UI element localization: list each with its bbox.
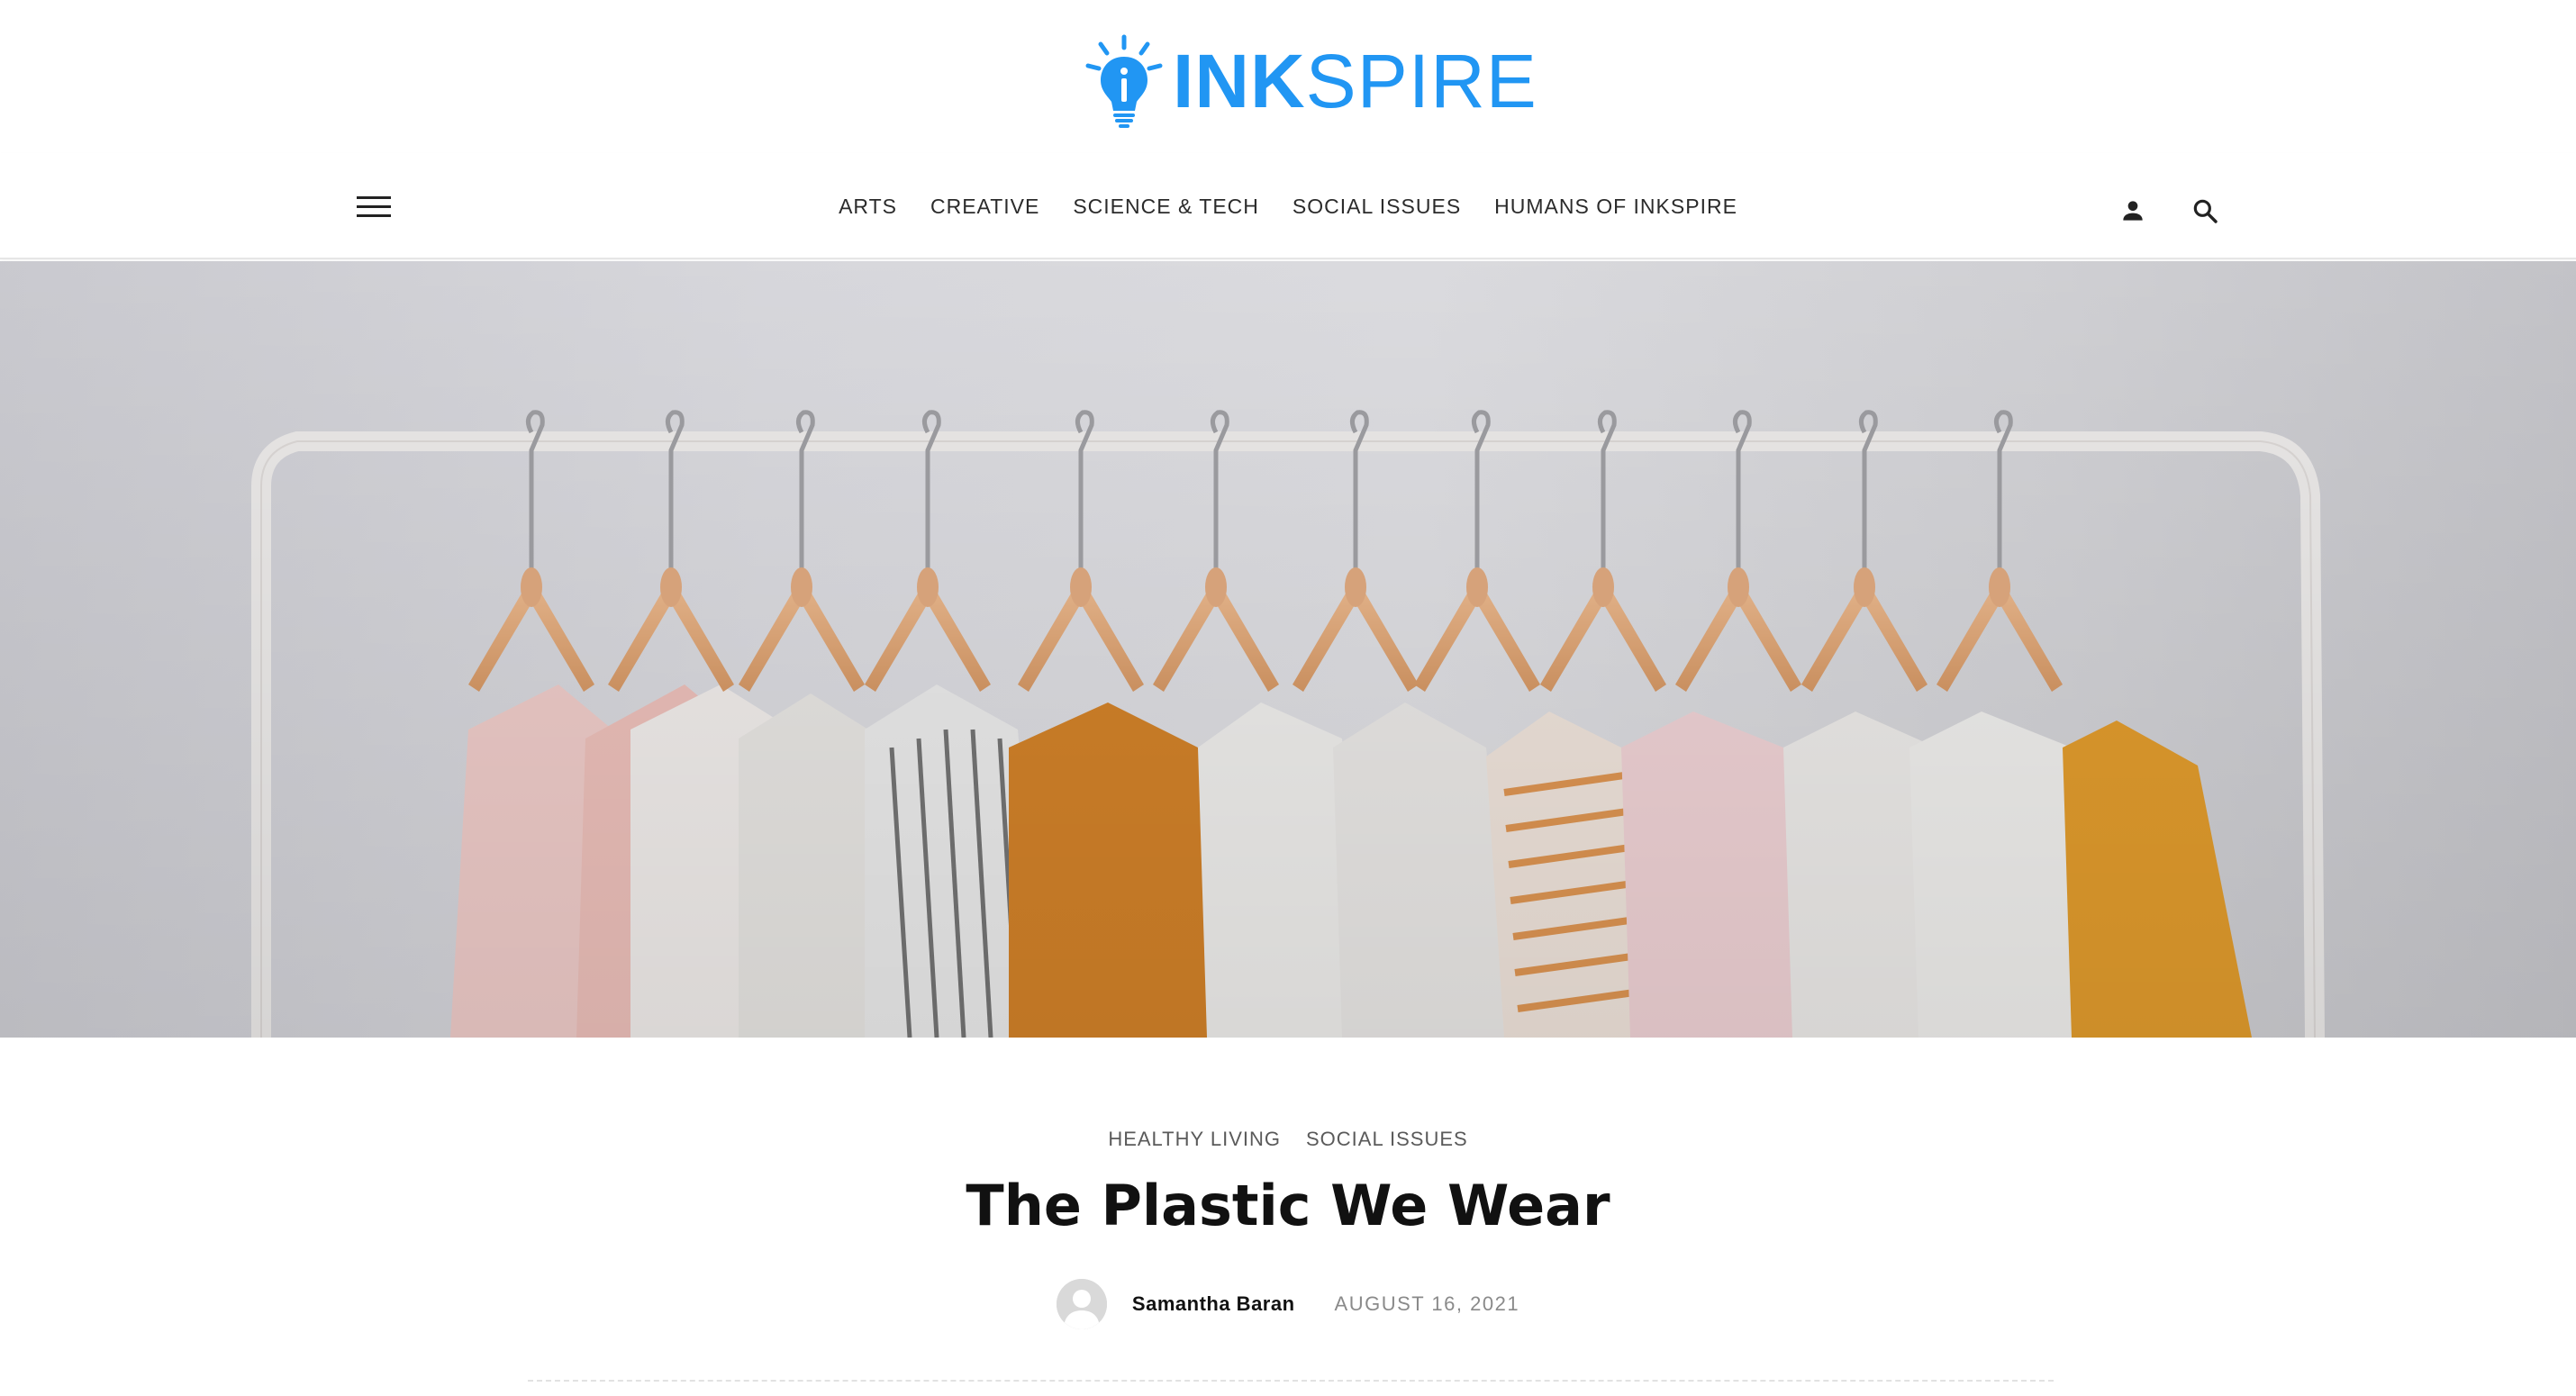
logo-wordmark-light: SPIRE: [1305, 39, 1537, 123]
article-title: The Plastic We Wear: [966, 1173, 1610, 1238]
divider: [528, 1380, 2054, 1382]
site-logo[interactable]: INKSPIRE: [1081, 27, 1537, 135]
category-social-issues[interactable]: SOCIAL ISSUES: [1306, 1128, 1468, 1151]
nav-item-social-issues[interactable]: SOCIAL ISSUES: [1293, 195, 1461, 219]
nav-item-science-tech[interactable]: SCIENCE & TECH: [1073, 195, 1259, 219]
search-icon[interactable]: [2191, 196, 2219, 225]
lightbulb-icon: [1085, 34, 1163, 128]
user-icon[interactable]: [2118, 196, 2147, 225]
nav-item-creative[interactable]: CREATIVE: [930, 195, 1039, 219]
article-header: HEALTHY LIVING SOCIAL ISSUES The Plastic…: [0, 1038, 2576, 1396]
article-meta: Samantha Baran AUGUST 16, 2021: [0, 1279, 2576, 1329]
author-avatar[interactable]: [1056, 1279, 1107, 1329]
avatar-placeholder-icon: [1056, 1279, 1107, 1329]
article-categories: HEALTHY LIVING SOCIAL ISSUES: [0, 1128, 2576, 1151]
site-header: INKSPIRE: [0, 0, 2576, 153]
publish-date: AUGUST 16, 2021: [1334, 1292, 1520, 1315]
main-navigation: ARTS CREATIVE SCIENCE & TECH SOCIAL ISSU…: [0, 153, 2576, 259]
logo-wordmark: INKSPIRE: [1173, 43, 1537, 119]
hero-image: [0, 261, 2576, 1038]
author-name[interactable]: Samantha Baran: [1132, 1292, 1295, 1316]
logo-wordmark-bold: INK: [1173, 39, 1306, 123]
nav-menu: ARTS CREATIVE SCIENCE & TECH SOCIAL ISSU…: [0, 153, 2576, 259]
nav-item-humans-of-inkspire[interactable]: HUMANS OF INKSPIRE: [1494, 195, 1737, 219]
clothes-rack-illustration: [0, 261, 2576, 1038]
nav-item-arts[interactable]: ARTS: [839, 195, 897, 219]
category-healthy-living[interactable]: HEALTHY LIVING: [1108, 1128, 1281, 1151]
